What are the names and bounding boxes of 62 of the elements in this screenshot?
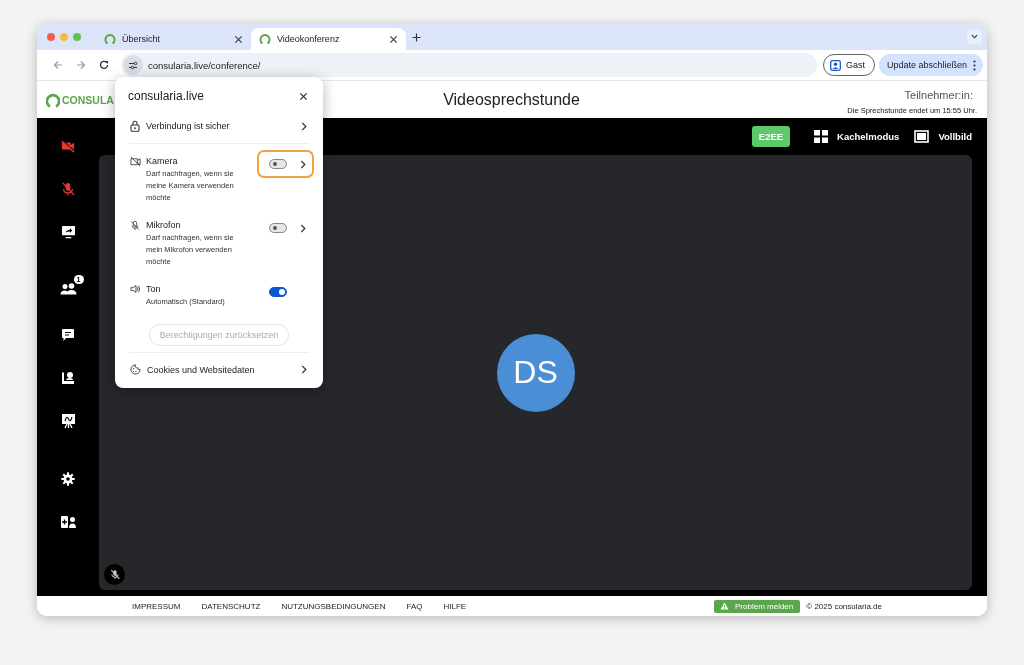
url-text: consularia.live/conference/ — [148, 59, 261, 71]
cookies-row[interactable]: Cookies und Websitedaten — [115, 359, 323, 380]
add-person-icon[interactable] — [59, 515, 77, 529]
cookie-icon — [130, 364, 141, 375]
speaker-icon — [130, 284, 141, 294]
participants-label: Teilnehmer:in: — [904, 89, 973, 101]
camera-off-icon[interactable] — [60, 139, 76, 153]
browser-tab[interactable]: Videokonferenz — [251, 28, 406, 50]
camera-off-icon — [130, 156, 141, 167]
more-icon — [973, 59, 976, 71]
popup-title: consularia.live — [128, 89, 205, 103]
chevron-right-icon — [301, 121, 307, 131]
close-icon[interactable] — [299, 91, 308, 101]
logo-text: CONSULA — [62, 93, 114, 106]
close-tab-icon[interactable] — [234, 34, 243, 44]
site-info-icon[interactable] — [123, 55, 143, 75]
copyright-text: © 2025 consularia.de — [806, 601, 882, 611]
permission-label: Kamera — [146, 156, 179, 166]
microphone-off-icon — [130, 220, 140, 231]
permission-toggle[interactable] — [269, 159, 287, 169]
avatar: DS — [496, 333, 575, 412]
logo-icon — [46, 91, 60, 108]
footer-link[interactable]: FAQ — [406, 601, 423, 611]
chat-icon[interactable] — [61, 328, 75, 342]
profile-icon — [829, 59, 841, 71]
reload-icon[interactable] — [98, 60, 109, 70]
fullscreen-icon — [914, 130, 930, 143]
chevron-right-icon — [300, 223, 306, 233]
chevron-right-icon — [301, 365, 307, 374]
chevron-right-icon — [300, 159, 306, 169]
grid-icon — [814, 130, 829, 143]
footer-link[interactable]: DATENSCHUTZ — [201, 601, 261, 611]
person-seat-icon[interactable] — [61, 371, 75, 385]
screen-share-icon[interactable] — [60, 225, 76, 239]
new-tab-icon[interactable] — [412, 32, 421, 42]
tile-mode-button[interactable]: Kachelmodus — [814, 130, 900, 143]
lock-icon — [130, 120, 140, 132]
update-button[interactable]: Update abschließen — [878, 54, 983, 76]
connection-row[interactable]: Verbindung ist sicher — [115, 115, 323, 137]
encryption-badge: E2EE — [751, 126, 791, 147]
permission-toggle[interactable] — [269, 223, 287, 233]
warning-icon — [720, 602, 729, 610]
footer-link[interactable]: IMPRESSUM — [132, 601, 181, 611]
chevron-down-icon — [971, 34, 978, 39]
tab-list-button[interactable] — [967, 29, 982, 44]
close-tab-icon[interactable] — [389, 34, 398, 44]
permission-toggle[interactable] — [269, 287, 287, 297]
microphone-off-icon[interactable] — [61, 181, 75, 197]
settings-icon[interactable] — [61, 472, 75, 486]
logo-icon — [259, 33, 271, 45]
participants-icon[interactable] — [59, 283, 77, 295]
address-bar[interactable]: consularia.live/conference/ — [121, 53, 817, 77]
browser-tab[interactable]: Übersicht — [96, 28, 251, 50]
permission-label: Ton — [146, 284, 162, 294]
close-window-button[interactable] — [47, 33, 55, 41]
footer-link[interactable]: HILFE — [443, 601, 467, 611]
page-title: Videosprechstunde — [443, 90, 580, 109]
fullscreen-button[interactable]: Vollbild — [914, 130, 972, 143]
presentation-icon[interactable] — [60, 413, 76, 429]
permission-label: Mikrofon — [146, 220, 182, 230]
logo-icon — [104, 33, 116, 45]
footer-link[interactable]: NUTZUNGSBEDINGUNGEN — [281, 601, 386, 611]
